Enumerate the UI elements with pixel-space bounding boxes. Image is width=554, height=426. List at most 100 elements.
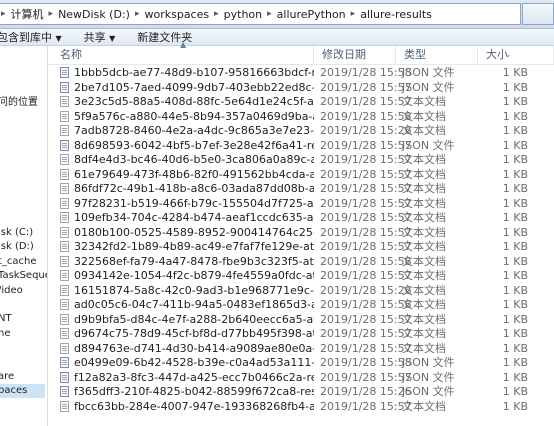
file-row[interactable]: 8df4e4d3-bc46-40d6-b5e0-3ca806a0a89c-att… [48, 153, 554, 167]
file-row[interactable]: 0934142e-1054-4f2c-b879-4fe4559a0fdc-att… [48, 269, 554, 283]
file-row[interactable]: 2be7d105-7aed-4099-9db7-403ebb22ed8c-res… [48, 81, 554, 95]
file-name: 322568ef-fa79-4a47-8478-fbe9b3c323f5-att… [74, 254, 314, 268]
text-file-icon [60, 183, 69, 194]
file-row[interactable]: 109efb34-704c-4284-b474-aeaf1ccdc635-att… [48, 211, 554, 225]
file-date-modified: 2019/1/28 15:57 [320, 225, 412, 239]
file-size: 1 KB [502, 66, 528, 79]
file-name: d9674c75-78d9-45cf-bf8d-d77bb495f398-att… [74, 327, 314, 340]
file-size: 1 KB [502, 283, 528, 297]
file-name: 0180b100-0525-4589-8952-900414764c25-att… [74, 225, 314, 239]
column-size[interactable]: 大小 [478, 46, 554, 64]
file-row[interactable]: 8d698593-6042-4bf5-b7ef-3e28e42f6a41-res… [48, 139, 554, 153]
file-type: JSON 文件 [402, 356, 455, 369]
nav-item-folder-video[interactable]: /ideo [0, 284, 47, 298]
chevron-right-icon[interactable]: ▸ [264, 9, 275, 19]
file-row[interactable]: 322568ef-fa79-4a47-8478-fbe9b3c323f5-att… [48, 255, 554, 269]
file-row[interactable]: d9674c75-78d9-45cf-bf8d-d77bb495f398-att… [48, 327, 554, 341]
chevron-down-icon[interactable]: ⌄ [504, 50, 512, 60]
file-date-modified: 2019/1/28 15:58 [320, 356, 412, 369]
nav-item-folder-cache[interactable]: t_cache [0, 255, 47, 269]
nav-item-folder-he[interactable]: he [0, 327, 47, 341]
json-file-icon [60, 81, 69, 93]
file-name: f365dff3-210f-4825-b042-88599f672ca8-res… [74, 385, 314, 398]
nav-item-folder-tasksequence[interactable]: TaskSequen [0, 269, 47, 283]
navigation-pane: 问的位置 isk (C:) isk (D:) t_cache TaskSeque… [0, 46, 48, 426]
json-file-icon [60, 67, 69, 78]
file-size: 1 KB [502, 211, 528, 224]
file-name: fbcc63bb-284e-4007-947e-193368268fb4-att… [74, 399, 314, 413]
column-type[interactable]: 类型 [396, 46, 478, 64]
file-row[interactable]: 3e23c5d5-88a5-408d-88fc-5e64d1e24c5f-att… [48, 95, 554, 109]
dropdown-arrow-icon: ▼ [55, 34, 62, 43]
text-file-icon [60, 313, 69, 325]
chevron-right-icon[interactable]: ▸ [211, 9, 222, 19]
file-row[interactable]: d894763e-d741-4d30-b414-a9089ae80e0a-att… [48, 342, 554, 356]
text-file-icon [60, 197, 69, 209]
file-type: 文本文档 [402, 283, 446, 297]
file-row[interactable]: 0180b100-0525-4589-8952-900414764c25-att… [48, 226, 554, 240]
new-folder-button[interactable]: 新建文件夹 [123, 29, 200, 45]
include-in-library-button[interactable]: 包含到库中 ▼ [0, 29, 70, 45]
file-row[interactable]: 1bbb5dcb-ae77-48d9-b107-95816663bdcf-res… [48, 66, 554, 80]
file-type: 文本文档 [402, 211, 446, 224]
file-row[interactable]: f365dff3-210f-4825-b042-88599f672ca8-res… [48, 385, 554, 399]
file-row[interactable]: 5f9a576c-a880-44e5-8b94-357a0469d9ba-att… [48, 110, 554, 124]
file-row[interactable]: 7adb8728-8460-4e2a-a4dc-9c865a3e7e23-att… [48, 124, 554, 138]
breadcrumb-workspaces[interactable]: workspaces [142, 8, 211, 21]
file-size: 1 KB [502, 385, 528, 398]
column-date-modified[interactable]: 修改日期 [314, 46, 396, 64]
file-type: JSON 文件 [402, 370, 455, 384]
file-date-modified: 2019/1/28 15:57 [320, 341, 412, 355]
file-name: 8df4e4d3-bc46-40d6-b5e0-3ca806a0a89c-att… [74, 153, 314, 166]
address-dropdown-button[interactable] [522, 3, 554, 25]
text-file-icon [60, 154, 69, 165]
breadcrumb-computer[interactable]: 计算机 [9, 6, 46, 22]
file-type: 文本文档 [402, 196, 446, 210]
chevron-right-icon[interactable]: ▸ [0, 9, 9, 19]
file-type: 文本文档 [402, 95, 446, 108]
chevron-right-icon[interactable]: ▸ [132, 9, 143, 19]
file-type: JSON 文件 [402, 66, 455, 79]
file-row[interactable]: 16151874-5a8c-42c0-9ad3-b1e968771e9c-att… [48, 284, 554, 298]
file-row[interactable]: 61e79649-473f-48b6-82f0-491562bb4cda-att… [48, 168, 554, 182]
breadcrumb-allurepython[interactable]: allurePython [275, 8, 348, 21]
file-size: 1 KB [502, 254, 528, 268]
text-file-icon [60, 342, 69, 354]
file-row[interactable]: f12a82a3-8fc3-447d-a425-ecc7b0466c2a-res… [48, 371, 554, 385]
share-button[interactable]: 共享 ▼ [70, 29, 124, 45]
json-file-icon [60, 357, 69, 368]
file-type: 文本文档 [402, 167, 446, 181]
file-size: 1 KB [502, 124, 528, 137]
nav-item-folder-nt[interactable]: NT [0, 312, 47, 326]
file-type: 文本文档 [402, 327, 446, 340]
nav-item-disk-d[interactable]: isk (D:) [0, 240, 47, 254]
nav-item-workspaces[interactable]: paces [0, 384, 45, 398]
address-bar: ▸ 计算机 ▸ NewDisk (D:) ▸ workspaces ▸ pyth… [0, 0, 554, 29]
file-row[interactable]: d9b9bfa5-d84c-4e7f-a288-2b640eecc6a5-att… [48, 313, 554, 327]
file-row[interactable]: ad0c05c6-04c7-411b-94a5-0483ef1865d3-att… [48, 298, 554, 312]
breadcrumb-allure-results[interactable]: allure-results [358, 8, 434, 21]
nav-item-recent-places[interactable]: 问的位置 [0, 96, 47, 110]
nav-item-folder-are[interactable]: are [0, 370, 47, 384]
chevron-right-icon[interactable]: ▸ [348, 9, 359, 19]
breadcrumb-newdisk[interactable]: NewDisk (D:) [56, 8, 132, 21]
file-row[interactable]: 32342fd2-1b89-4b89-ac49-e7faf7fe129e-att… [48, 240, 554, 254]
breadcrumb[interactable]: ▸ 计算机 ▸ NewDisk (D:) ▸ workspaces ▸ pyth… [0, 3, 521, 25]
breadcrumb-python[interactable]: python [222, 8, 264, 21]
chevron-right-icon[interactable]: ▸ [46, 9, 57, 19]
file-row[interactable]: 86fdf72c-49b1-418b-a8c6-03ada87dd08b-att… [48, 182, 554, 196]
file-name: 86fdf72c-49b1-418b-a8c6-03ada87dd08b-att… [74, 182, 314, 195]
nav-item-disk-c[interactable]: isk (C:) [0, 226, 47, 240]
file-name: 0934142e-1054-4f2c-b879-4fe4559a0fdc-att… [74, 269, 314, 282]
file-row[interactable]: e0499e09-6b42-4528-b39e-c0a4ad53a111-res… [48, 356, 554, 370]
file-size: 1 KB [502, 327, 528, 340]
text-file-icon [60, 328, 69, 339]
file-size: 1 KB [502, 80, 528, 94]
file-date-modified: 2019/1/28 15:57 [320, 370, 412, 384]
file-date-modified: 2019/1/28 15:57 [320, 95, 412, 108]
file-row[interactable]: fbcc63bb-284e-4007-947e-193368268fb4-att… [48, 400, 554, 414]
file-name: d9b9bfa5-d84c-4e7f-a288-2b640eecc6a5-att… [74, 312, 314, 326]
file-type: JSON 文件 [402, 385, 455, 398]
file-row[interactable]: 97f28231-b519-466f-b79c-155504d7f725-att… [48, 197, 554, 211]
column-name[interactable]: 名称 [52, 46, 314, 64]
